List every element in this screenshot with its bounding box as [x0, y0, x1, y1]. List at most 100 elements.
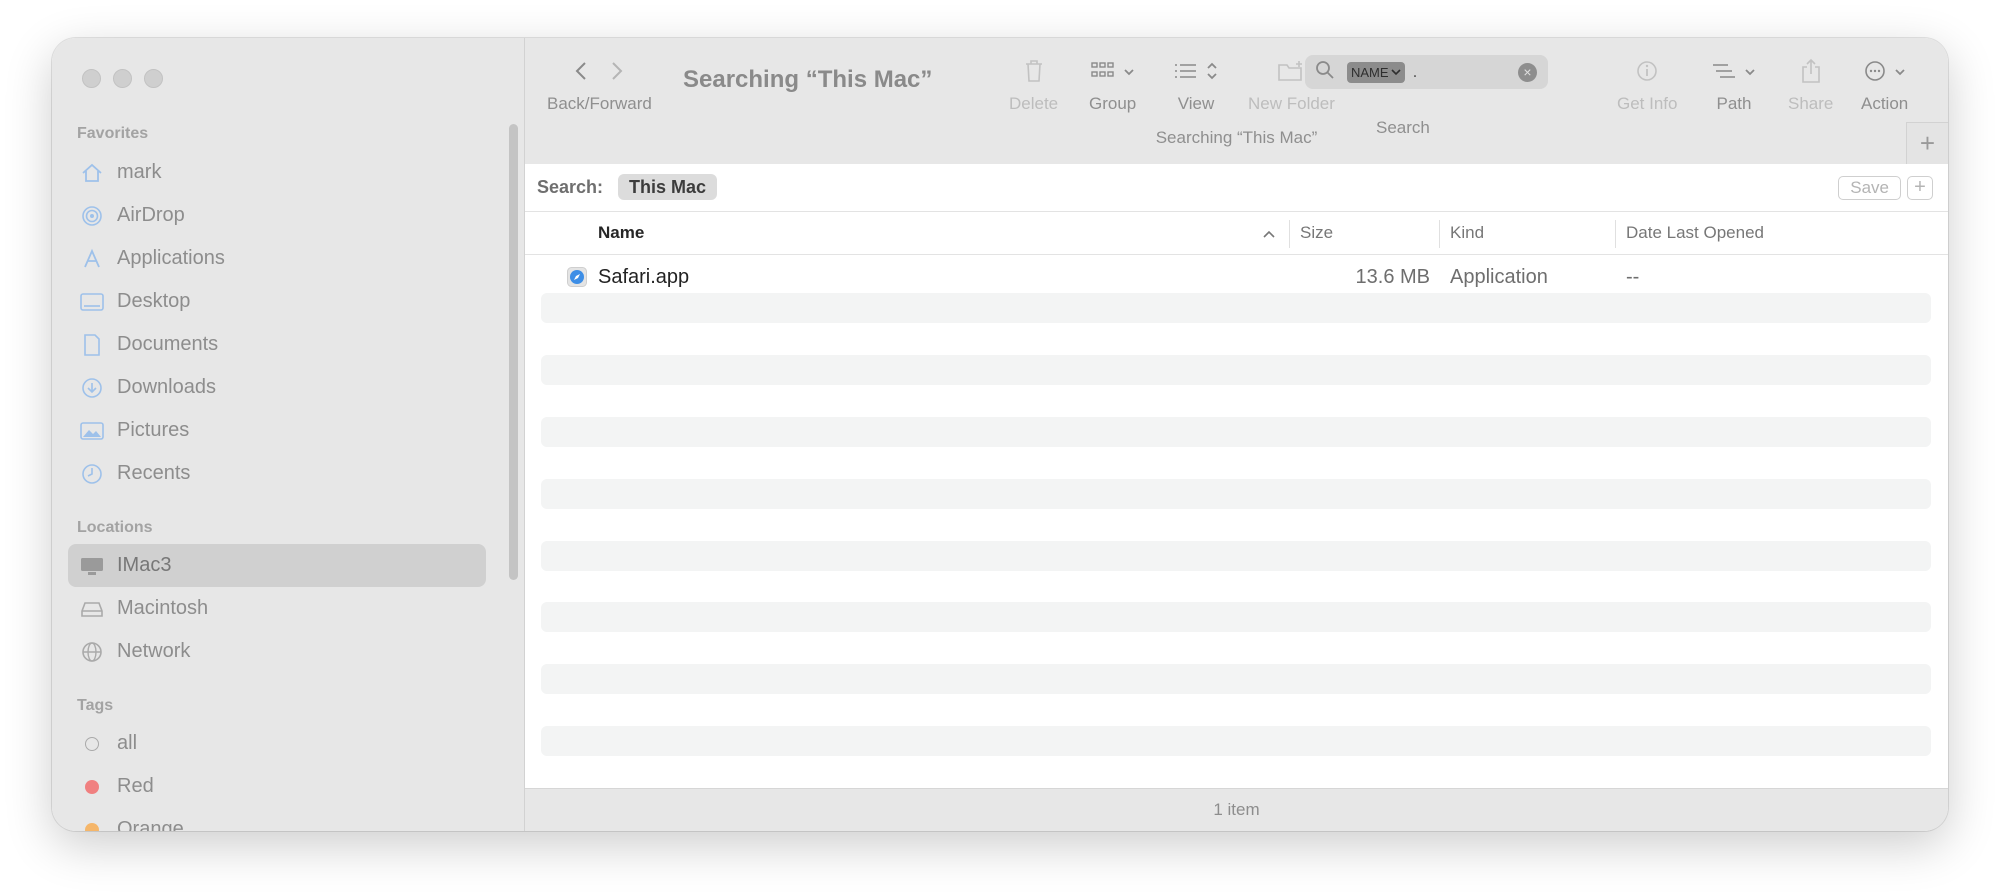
safari-icon: [567, 267, 587, 287]
sidebar-item-tag-orange[interactable]: Orange: [68, 808, 486, 831]
sidebar-item-mark[interactable]: mark: [68, 151, 486, 194]
action-button[interactable]: Action: [1861, 56, 1908, 114]
view-button[interactable]: View: [1174, 56, 1218, 114]
sidebar-item-label: Downloads: [117, 376, 216, 398]
sidebar-item-imac3[interactable]: IMac3: [68, 544, 486, 587]
clock-icon: [80, 462, 104, 486]
search-field[interactable]: NAME . ×: [1305, 55, 1548, 89]
sidebar-item-documents[interactable]: Documents: [68, 323, 486, 366]
zoom-window-button[interactable]: [144, 69, 163, 88]
home-icon: [80, 161, 104, 185]
path-button[interactable]: Path: [1712, 56, 1756, 114]
column-name[interactable]: Name: [598, 223, 644, 243]
sidebar-item-airdrop[interactable]: AirDrop: [68, 194, 486, 237]
path-icon: [1712, 62, 1736, 85]
action-label: Action: [1861, 94, 1909, 113]
trash-icon: [1024, 59, 1044, 88]
sidebar-item-desktop[interactable]: Desktop: [68, 280, 486, 323]
status-bar: 1 item: [525, 788, 1948, 831]
sidebar-item-label: Documents: [117, 333, 219, 355]
column-date-last-opened[interactable]: Date Last Opened: [1626, 223, 1764, 243]
save-search-button[interactable]: Save: [1838, 176, 1901, 200]
chevron-down-icon: [1744, 64, 1756, 82]
column-size[interactable]: Size: [1300, 223, 1333, 243]
column-kind[interactable]: Kind: [1450, 223, 1484, 243]
scope-this-mac-button[interactable]: This Mac: [618, 174, 718, 200]
share-button[interactable]: Share: [1788, 56, 1833, 114]
window-controls: [82, 69, 163, 88]
sidebar-item-label: mark: [117, 161, 162, 183]
info-icon: [1636, 60, 1658, 87]
chevron-down-icon: [1123, 64, 1135, 82]
sidebar-item-label: AirDrop: [117, 204, 185, 226]
sidebar-item-label: Red: [117, 775, 154, 797]
sidebar-item-label: IMac3: [117, 554, 172, 576]
orange-tag-icon: [80, 818, 104, 831]
delete-button[interactable]: Delete: [1009, 56, 1058, 114]
sidebar-item-tag-red[interactable]: Red: [68, 765, 486, 808]
sidebar-item-label: Pictures: [117, 419, 190, 441]
chevron-down-icon: [1390, 69, 1401, 76]
list-view-icon: [1174, 62, 1198, 85]
share-label: Share: [1788, 94, 1834, 113]
toolbar: Back/Forward Searching “This Mac” Delete…: [525, 38, 1948, 164]
close-window-button[interactable]: [82, 69, 101, 88]
sidebar-item-network[interactable]: Network: [68, 630, 486, 673]
sidebar-item-downloads[interactable]: Downloads: [68, 366, 486, 409]
file-list: Safari.app 13.6 MB Application --: [525, 255, 1948, 785]
search-token-label: NAME: [1351, 64, 1389, 80]
group-button[interactable]: Group: [1089, 56, 1136, 114]
new-folder-icon: [1277, 60, 1305, 87]
ellipsis-circle-icon: [1864, 60, 1886, 87]
sidebar-item-recents[interactable]: Recents: [68, 452, 486, 495]
sidebar-scrollbar[interactable]: [509, 124, 518, 580]
tag-all-icon: [80, 732, 104, 756]
file-date-last-opened: --: [1626, 266, 1640, 288]
minimize-window-button[interactable]: [113, 69, 132, 88]
chevron-up-down-icon: [1206, 62, 1218, 85]
get-info-button[interactable]: Get Info: [1617, 56, 1677, 114]
finder-window: Favorites mark AirDrop Applications Desk…: [52, 38, 1948, 831]
search-scope-bar: Search: This Mac Save +: [525, 164, 1948, 212]
chevron-down-icon: [1894, 64, 1906, 82]
new-tab-button[interactable]: +: [1906, 122, 1948, 164]
sidebar-item-label: Orange: [117, 818, 184, 831]
file-kind: Application: [1450, 266, 1548, 288]
table-row[interactable]: Safari.app 13.6 MB Application --: [525, 261, 1948, 293]
search-input[interactable]: .: [1413, 62, 1418, 82]
search-token[interactable]: NAME: [1347, 61, 1405, 83]
path-label: Path: [1716, 94, 1752, 113]
sidebar-item-label: Network: [117, 640, 191, 662]
new-folder-label: New Folder: [1248, 94, 1335, 113]
sort-ascending-icon: [1262, 226, 1276, 244]
view-label: View: [1177, 94, 1215, 113]
sidebar-item-macintosh[interactable]: Macintosh: [68, 587, 486, 630]
pictures-icon: [80, 419, 104, 443]
forward-button[interactable]: [610, 60, 624, 87]
sidebar-item-label: Applications: [117, 247, 225, 269]
back-forward-label: Back/Forward: [547, 94, 652, 113]
back-button[interactable]: [574, 60, 588, 87]
desktop-icon: [80, 290, 104, 314]
search-icon: [1315, 60, 1335, 85]
tab-title: Searching “This Mac”: [1155, 128, 1318, 147]
delete-label: Delete: [1009, 94, 1059, 113]
sidebar-item-tag-all[interactable]: all: [68, 722, 486, 765]
disk-icon: [80, 597, 104, 621]
clear-search-icon[interactable]: ×: [1518, 63, 1537, 82]
sidebar-item-label: Desktop: [117, 290, 191, 312]
document-icon: [80, 333, 104, 357]
add-criteria-button[interactable]: +: [1907, 176, 1933, 200]
download-icon: [80, 376, 104, 400]
tags-header: Tags: [77, 697, 114, 714]
file-size: 13.6 MB: [1355, 266, 1430, 288]
sidebar-item-applications[interactable]: Applications: [68, 237, 486, 280]
get-info-label: Get Info: [1617, 94, 1678, 113]
globe-icon: [80, 640, 104, 664]
locations-header: Locations: [77, 519, 153, 536]
applications-icon: [80, 247, 104, 271]
share-icon: [1801, 58, 1821, 89]
file-name: Safari.app: [598, 266, 690, 288]
sidebar: Favorites mark AirDrop Applications Desk…: [52, 38, 525, 831]
sidebar-item-pictures[interactable]: Pictures: [68, 409, 486, 452]
